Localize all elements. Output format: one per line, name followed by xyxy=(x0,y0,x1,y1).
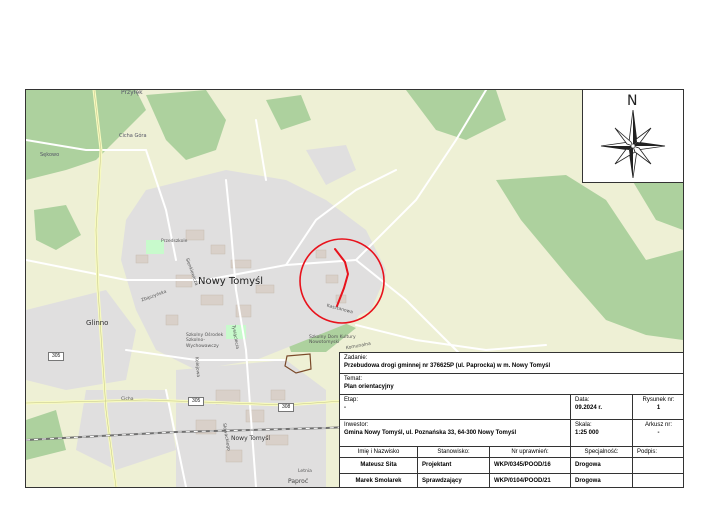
person-license: WKP/0104/POOD/21 xyxy=(494,478,551,484)
stage-row: Etap: - Data: 09.2024 r. Rysunek nr: 1 xyxy=(340,395,683,420)
map-sheet: Przyłęk Sękowo Cicha Góra Nowy Tomyśl Gl… xyxy=(25,89,684,488)
place-label: Cicha Góra xyxy=(119,133,147,139)
place-label: Paproć xyxy=(288,478,309,485)
stage-label: Etap: xyxy=(344,397,359,403)
investor-label: Inwestor: xyxy=(344,422,369,428)
date-value: 09.2024 r. xyxy=(575,405,603,411)
task-value: Przebudowa drogi gminnej nr 376625P (ul.… xyxy=(344,363,551,369)
task-label: Zadanie: xyxy=(344,355,368,361)
scale-label: Skala: xyxy=(575,422,592,428)
license-header: Nr uprawnień: xyxy=(511,449,549,455)
street-label: Kolejowa xyxy=(193,357,201,378)
street-label: Letnia xyxy=(298,469,312,474)
road-shield: 308 xyxy=(278,403,295,412)
investor-value: Gmina Nowy Tomyśl, ul. Poznańska 33, 64-… xyxy=(344,430,517,436)
person-specialty: Drogowa xyxy=(575,478,601,484)
people-header-row: Imię i Nazwisko Stanowisko: Nr uprawnień… xyxy=(340,447,683,458)
place-label: Przyłęk xyxy=(121,89,143,96)
task-row: Zadanie: Przebudowa drogi gminnej nr 376… xyxy=(340,353,683,374)
position-header: Stanowisko: xyxy=(437,449,470,455)
poi-label: Szkolny Ośrodek Szkolno-Wychowawczy xyxy=(186,333,224,349)
person-name: Marek Smolarek xyxy=(355,478,402,484)
sheet-no-label: Arkusz nr: xyxy=(644,422,672,428)
drawing-no-label: Rysunek nr: xyxy=(642,397,675,403)
person-row: Marek Smolarek Sprawdzający WKP/0104/POO… xyxy=(340,474,683,487)
signature-header: Podpis: xyxy=(637,449,658,455)
signature-cell xyxy=(633,458,683,473)
scale-value: 1:25 000 xyxy=(575,430,599,436)
place-label: Sękowo xyxy=(40,152,60,158)
subject-row: Temat: Plan orientacyjny xyxy=(340,374,683,395)
person-position: Sprawdzający xyxy=(422,478,462,484)
road-shield: 305 xyxy=(48,352,65,361)
person-license: WKP/0345/POOD/16 xyxy=(494,462,551,468)
signature-cell xyxy=(633,474,683,487)
date-label: Data: xyxy=(575,397,590,403)
road-shield: 305 xyxy=(188,397,205,406)
sheet-no-value: - xyxy=(657,430,660,436)
place-label: Nowy Tomyśl xyxy=(198,276,264,287)
poi-label: Przedszkole xyxy=(161,239,188,244)
compass-box: N xyxy=(582,90,683,183)
person-specialty: Drogowa xyxy=(575,462,601,468)
subject-label: Temat: xyxy=(344,376,363,382)
person-position: Projektant xyxy=(422,462,452,468)
compass-rose-icon xyxy=(600,109,666,179)
title-block: Zadanie: Przebudowa drogi gminnej nr 376… xyxy=(339,352,683,487)
poi-label: Szkolny Dom Kultury Nowotomyski xyxy=(309,335,356,346)
stage-value: - xyxy=(344,405,346,411)
place-label: Glinno xyxy=(86,319,109,327)
street-label: Cicha xyxy=(121,397,134,402)
investor-row: Inwestor: Gmina Nowy Tomyśl, ul. Poznańs… xyxy=(340,420,683,447)
person-name: Mateusz Sita xyxy=(360,462,397,468)
place-label: Nowy Tomyśl xyxy=(231,435,271,442)
name-header: Imię i Nazwisko xyxy=(357,449,400,455)
drawing-no-value: 1 xyxy=(656,405,661,411)
specialty-header: Specjalność: xyxy=(584,449,619,455)
person-row: Mateusz Sita Projektant WKP/0345/POOD/16… xyxy=(340,458,683,474)
subject-value: Plan orientacyjny xyxy=(344,384,394,390)
